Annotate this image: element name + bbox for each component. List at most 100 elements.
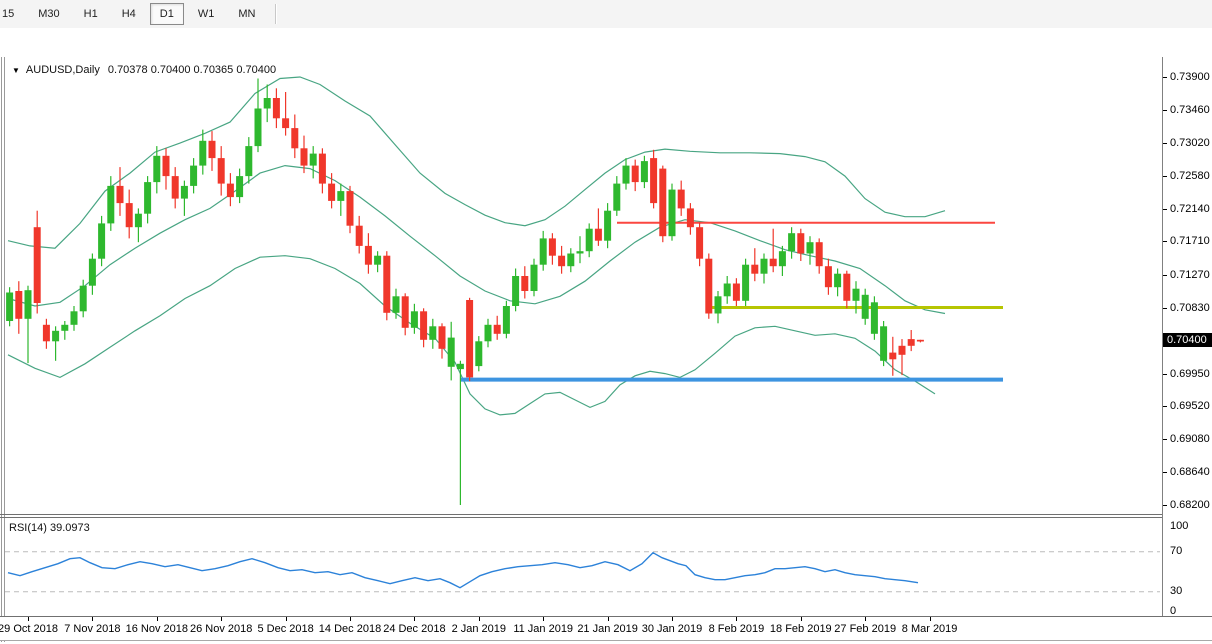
candle-body [641, 161, 648, 182]
candle-body [807, 242, 814, 253]
candle-body [457, 364, 464, 369]
candle-body [613, 184, 620, 211]
price-axis-tick [1163, 472, 1167, 473]
candle-body [153, 156, 160, 182]
date-axis-tick [543, 617, 544, 621]
candle-body [816, 242, 823, 266]
toolbar-separator [275, 4, 276, 24]
price-axis-tick [1163, 77, 1167, 78]
date-axis-label: 27 Feb 2019 [834, 623, 896, 635]
candle-body [402, 296, 409, 328]
date-axis-label: 2 Jan 2019 [452, 623, 506, 635]
candle-body [439, 326, 446, 349]
main-chart-plot[interactable] [5, 57, 1162, 516]
candle-body [797, 233, 804, 253]
candle-body [245, 146, 252, 176]
candle-body [761, 259, 768, 274]
panel-divider[interactable] [0, 514, 1212, 515]
candle-body [71, 311, 78, 325]
candle-body [429, 326, 436, 340]
price-axis-tick [1163, 241, 1167, 242]
candle-body [255, 109, 262, 147]
timeframe-button-w1[interactable]: W1 [188, 3, 225, 25]
date-axis-label: 7 Nov 2018 [64, 623, 120, 635]
price-axis-tick [1163, 176, 1167, 177]
candle-body [61, 325, 68, 331]
candle-body [834, 274, 841, 288]
date-axis-label: 18 Feb 2019 [770, 623, 832, 635]
date-axis-tick [350, 617, 351, 621]
price-axis-label: 0.72580 [1170, 170, 1210, 182]
date-axis-label: 21 Jan 2019 [577, 623, 638, 635]
timeframe-button-15[interactable]: 15 [0, 3, 24, 25]
date-axis-tick [672, 617, 673, 621]
candle-body [733, 284, 740, 301]
price-axis-tick [1163, 406, 1167, 407]
candle-body [52, 331, 59, 342]
candle-body [880, 326, 887, 361]
candle-body [595, 229, 602, 241]
date-axis-tick [608, 617, 609, 621]
candle-body [43, 325, 50, 342]
candle-body [889, 353, 896, 360]
price-axis-label: 0.72140 [1170, 203, 1210, 215]
candle-body [751, 265, 758, 274]
timeframe-button-m30[interactable]: M30 [28, 3, 69, 25]
candle-body [365, 246, 372, 265]
price-axis-label: 0.71710 [1170, 235, 1210, 247]
price-axis[interactable]: 0.70400 0.739000.734600.730200.725800.72… [1162, 57, 1212, 616]
candle-body [190, 166, 197, 186]
price-axis-tick [1163, 374, 1167, 375]
rsi-axis-label: 30 [1170, 585, 1182, 597]
candle-body [374, 256, 381, 265]
candle-body [218, 158, 225, 184]
candle-body [98, 223, 105, 258]
chart-dropdown-icon[interactable]: ▼ [12, 66, 20, 75]
candle-body [411, 311, 418, 328]
candle-body [80, 286, 87, 312]
candle-body [577, 251, 584, 253]
candle-body [34, 227, 41, 303]
candle-body [172, 176, 179, 199]
date-axis-tick [286, 617, 287, 621]
timeframe-button-h4[interactable]: H4 [112, 3, 146, 25]
date-axis[interactable]: 29 Oct 20187 Nov 201816 Nov 201826 Nov 2… [0, 617, 1162, 640]
candle-body [347, 191, 354, 226]
candle-body [705, 259, 712, 314]
candle-body [475, 341, 482, 366]
candle-body [393, 296, 400, 313]
chart-ohlc-values: 0.70378 0.70400 0.70365 0.70400 [108, 64, 276, 76]
candle-body [448, 338, 455, 367]
date-axis-label: 30 Jan 2019 [642, 623, 703, 635]
timeframe-button-mn[interactable]: MN [228, 3, 265, 25]
candle-body [687, 208, 694, 227]
date-axis-label: 24 Dec 2018 [383, 623, 445, 635]
price-axis-tick [1163, 505, 1167, 506]
chart-symbol-label: AUDUSD,Daily [26, 64, 100, 76]
rsi-indicator-label: RSI(14) 39.0973 [9, 522, 90, 534]
timeframe-button-d1[interactable]: D1 [150, 3, 184, 25]
current-price-badge: 0.70400 [1163, 333, 1212, 347]
candle-body [659, 169, 666, 237]
candle-body [862, 295, 869, 319]
candle-body [531, 265, 538, 291]
candle-body [291, 128, 298, 148]
candle-body [144, 182, 151, 214]
candle-body [650, 158, 657, 203]
price-axis-label: 0.68640 [1170, 466, 1210, 478]
candle-body [117, 186, 124, 203]
price-axis-tick [1163, 209, 1167, 210]
mt4-window: 15M30H1H4D1W1MN ▼ AUDUSD,Daily 0.70378 0.7… [0, 0, 1212, 644]
timeframe-button-h1[interactable]: H1 [74, 3, 108, 25]
candle-body [466, 300, 473, 377]
date-axis-label: 14 Dec 2018 [319, 623, 381, 635]
candle-body [843, 274, 850, 301]
candle-body [853, 289, 860, 301]
price-axis-tick [1163, 308, 1167, 309]
candle-body [512, 276, 519, 306]
rsi-plot[interactable] [5, 517, 1162, 616]
candle-body [328, 184, 335, 201]
candle-body [715, 296, 722, 313]
candle-body [742, 265, 749, 301]
candle-body [567, 254, 574, 267]
